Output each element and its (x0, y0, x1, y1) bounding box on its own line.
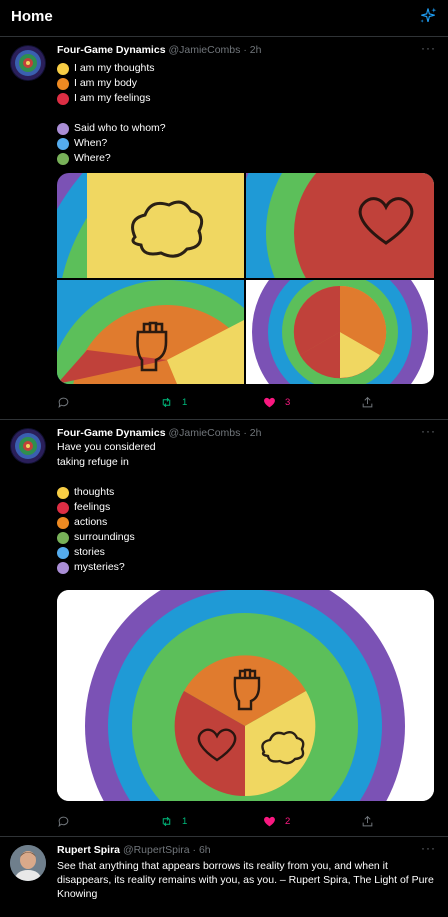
author-name[interactable]: Four-Game Dynamics (57, 427, 166, 439)
blue-circle-icon (57, 137, 69, 150)
yellow-circle-icon (57, 62, 69, 75)
reply-icon (58, 816, 69, 827)
yellow-circle-icon (57, 486, 69, 499)
tweet-text: taking refuge in (57, 456, 129, 468)
reply-icon (58, 397, 69, 408)
action-image[interactable] (57, 280, 244, 384)
list-item: stories (57, 545, 436, 560)
red-circle-icon (57, 92, 69, 105)
retweet-count: 1 (182, 397, 188, 408)
heart-icon (264, 816, 275, 827)
tweet-actions: 1 2 (57, 815, 377, 831)
list-item: thoughts (57, 485, 436, 500)
tweet[interactable]: Four-Game Dynamics @JamieCombs · 2h I am… (0, 37, 448, 420)
list-item: mysteries? (57, 560, 436, 575)
list-item: When? (57, 136, 436, 151)
list-item: Where? (57, 151, 436, 166)
page-title: Home (11, 8, 53, 25)
retweet-count: 1 (182, 816, 188, 827)
purple-circle-icon (57, 122, 69, 135)
tweet[interactable]: Rupert Spira @RupertSpira · 6h See that … (0, 837, 448, 917)
more-options-icon[interactable]: ··· (421, 41, 436, 55)
more-options-icon[interactable]: ··· (421, 424, 436, 438)
more-options-icon[interactable]: ··· (421, 841, 436, 855)
list-item: Said who to whom? (57, 121, 436, 136)
red-circle-icon (57, 501, 69, 514)
thought-image[interactable] (57, 173, 244, 278)
home-header: Home (0, 0, 448, 37)
author-handle[interactable]: @JamieCombs (168, 44, 240, 56)
refuge-wheel-image (57, 590, 434, 801)
refuge-wheel-image[interactable] (246, 280, 434, 384)
retweet-button[interactable]: 1 (160, 815, 187, 828)
avatar[interactable] (10, 428, 46, 464)
tweet-time[interactable]: · 6h (193, 844, 211, 856)
retweet-icon (162, 816, 171, 827)
heart-icon (264, 397, 275, 408)
like-button[interactable]: 3 (263, 396, 290, 409)
share-icon (362, 396, 373, 408)
sparkle-icon[interactable] (418, 6, 438, 26)
share-button[interactable] (361, 396, 374, 409)
like-count: 3 (285, 397, 291, 408)
reply-button[interactable] (57, 396, 79, 409)
author-handle[interactable]: @JamieCombs (168, 427, 240, 439)
green-circle-icon (57, 152, 69, 165)
orange-circle-icon (57, 516, 69, 529)
author-name[interactable]: Rupert Spira (57, 844, 120, 856)
tweet-meta: Four-Game Dynamics @JamieCombs · 2h (57, 427, 436, 440)
list-item: surroundings (57, 530, 436, 545)
tweet-meta: Four-Game Dynamics @JamieCombs · 2h (57, 44, 436, 57)
tweet-text: See that anything that appears borrows i… (57, 860, 434, 900)
retweet-button[interactable]: 1 (160, 396, 187, 409)
author-name[interactable]: Four-Game Dynamics (57, 44, 166, 56)
like-button[interactable]: 2 (263, 815, 290, 828)
reply-button[interactable] (57, 815, 79, 828)
retweet-icon (162, 397, 171, 408)
list-item: I am my feelings (57, 91, 436, 106)
tweet-image-grid[interactable] (57, 173, 434, 384)
tweet-meta: Rupert Spira @RupertSpira · 6h (57, 844, 436, 857)
list-item: feelings (57, 500, 436, 515)
share-button[interactable] (361, 815, 374, 828)
tweet-actions: 1 3 (57, 396, 377, 412)
list-item: actions (57, 515, 436, 530)
orange-circle-icon (57, 77, 69, 90)
avatar[interactable] (10, 45, 46, 81)
tweet-image[interactable] (57, 590, 434, 801)
tweet-text: Have you considered (57, 441, 156, 453)
author-handle[interactable]: @RupertSpira (123, 844, 190, 856)
like-count: 2 (285, 816, 291, 827)
tweet[interactable]: Four-Game Dynamics @JamieCombs · 2h Have… (0, 420, 448, 837)
tweet-time[interactable]: · 2h (243, 44, 261, 56)
green-circle-icon (57, 531, 69, 544)
share-icon (362, 815, 373, 827)
blue-circle-icon (57, 546, 69, 559)
tweet-time[interactable]: · 2h (243, 427, 261, 439)
avatar[interactable] (10, 845, 46, 881)
purple-circle-icon (57, 561, 69, 574)
heart-image[interactable] (246, 173, 434, 278)
list-item: I am my body (57, 76, 436, 91)
list-item: I am my thoughts (57, 61, 436, 76)
